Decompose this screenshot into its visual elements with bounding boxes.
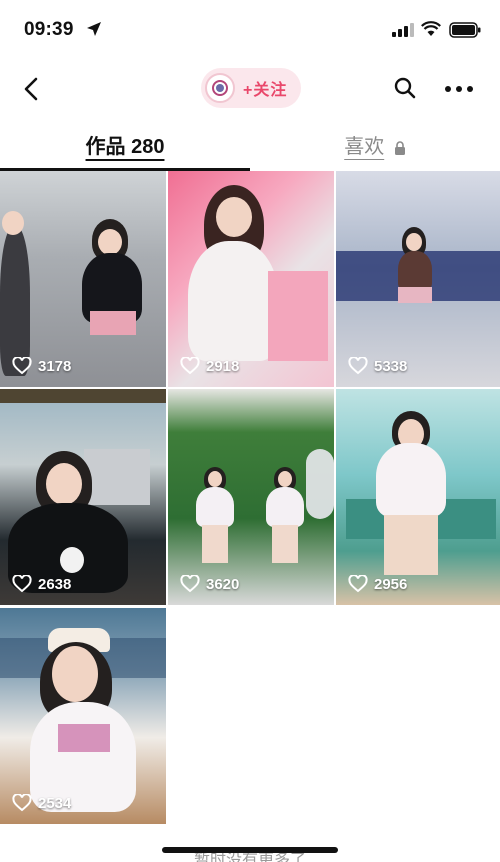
lock-icon: [394, 140, 405, 155]
video-thumbnail[interactable]: 5338: [336, 171, 500, 387]
like-count-value: 3620: [206, 575, 240, 593]
signal-icon: [392, 23, 414, 37]
home-indicator[interactable]: [162, 847, 338, 853]
avatar: [205, 73, 235, 103]
follow-button[interactable]: +关注: [201, 68, 301, 108]
like-count: 3178: [12, 357, 71, 375]
like-count: 2956: [348, 575, 407, 593]
like-count: 5338: [348, 357, 407, 375]
like-count: 2638: [12, 575, 71, 593]
ellipsis-icon[interactable]: [444, 84, 474, 94]
video-thumbnail[interactable]: 3620: [168, 389, 334, 605]
like-count: 3620: [180, 575, 239, 593]
profile-nav-bar: +关注: [0, 60, 500, 118]
heart-icon: [180, 357, 200, 375]
video-thumbnail[interactable]: 2534: [0, 608, 166, 824]
search-icon[interactable]: [393, 76, 417, 100]
heart-icon: [12, 575, 32, 593]
location-arrow-icon: [87, 22, 101, 36]
like-count-value: 2534: [38, 794, 72, 812]
like-count-value: 3178: [38, 357, 72, 375]
tab-likes[interactable]: 喜欢: [250, 130, 500, 170]
like-count-value: 2638: [38, 575, 72, 593]
wifi-icon: [421, 21, 441, 36]
heart-icon: [12, 357, 32, 375]
heart-icon: [12, 794, 32, 812]
heart-icon: [180, 575, 200, 593]
video-thumbnail[interactable]: 2638: [0, 389, 166, 605]
chevron-left-icon[interactable]: [18, 74, 46, 104]
heart-icon: [348, 575, 368, 593]
status-bar: 09:39: [0, 0, 500, 60]
tab-works[interactable]: 作品 280: [0, 130, 250, 170]
like-count-value: 2918: [206, 357, 240, 375]
video-thumbnail[interactable]: 3178: [0, 171, 166, 387]
like-count-value: 5338: [374, 357, 408, 375]
follow-label: +关注: [243, 82, 288, 99]
like-count: 2534: [12, 794, 71, 812]
heart-icon: [348, 357, 368, 375]
tab-likes-label: 喜欢: [344, 136, 385, 158]
like-count-value: 2956: [374, 575, 408, 593]
tab-works-label: 作品 280: [85, 136, 165, 158]
video-thumbnail[interactable]: 2918: [168, 171, 334, 387]
battery-icon: [449, 22, 481, 38]
like-count: 2918: [180, 357, 239, 375]
video-thumbnail[interactable]: 2956: [336, 389, 500, 605]
status-time: 09:39: [24, 19, 74, 40]
